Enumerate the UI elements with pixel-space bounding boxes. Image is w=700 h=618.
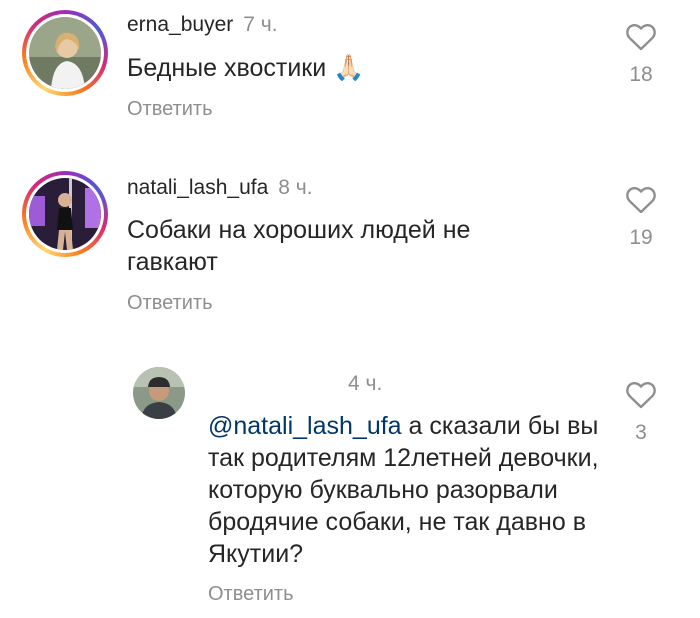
heart-outline-icon[interactable] bbox=[625, 22, 657, 51]
comment-text: Собаки на хороших людей не гавкают bbox=[127, 216, 471, 276]
user-avatar[interactable] bbox=[133, 367, 185, 419]
reply-button[interactable]: Ответить bbox=[127, 97, 213, 121]
comment-username[interactable]: erna_buyer bbox=[127, 13, 233, 36]
comment-text: Бедные хвостики 🙏🏻 bbox=[127, 52, 587, 84]
reply-button[interactable]: Ответить bbox=[127, 291, 213, 315]
praying-hands-emoji: 🙏🏻 bbox=[333, 54, 365, 82]
comment-meta: erna_buyer 7 ч. bbox=[127, 13, 278, 37]
reply-text: @natali_lash_ufa а сказали бы вы так род… bbox=[208, 410, 608, 570]
like-control: 18 bbox=[616, 22, 666, 87]
comment-timestamp: 7 ч. bbox=[243, 13, 278, 36]
like-count: 18 bbox=[629, 63, 653, 86]
comment-username[interactable]: natali_lash_ufa bbox=[127, 176, 268, 199]
comment-meta: natali_lash_ufa 8 ч. bbox=[127, 176, 313, 200]
like-control: 19 bbox=[616, 185, 666, 250]
user-mention-link[interactable]: @natali_lash_ufa bbox=[208, 412, 402, 440]
comment-timestamp: 8 ч. bbox=[278, 176, 313, 199]
heart-outline-icon[interactable] bbox=[625, 185, 657, 214]
like-count: 3 bbox=[635, 421, 647, 444]
heart-outline-icon[interactable] bbox=[625, 380, 657, 409]
reply-button[interactable]: Ответить bbox=[208, 582, 294, 606]
reply-meta: 4 ч. bbox=[348, 372, 382, 396]
like-count: 19 bbox=[629, 226, 653, 249]
comment-body: Бедные хвостики bbox=[127, 54, 327, 82]
reply-timestamp: 4 ч. bbox=[348, 372, 383, 395]
avatar-photo bbox=[29, 178, 101, 250]
avatar-photo bbox=[29, 17, 101, 89]
user-avatar[interactable] bbox=[22, 10, 108, 96]
user-avatar[interactable] bbox=[22, 171, 108, 257]
like-control: 3 bbox=[616, 380, 666, 445]
